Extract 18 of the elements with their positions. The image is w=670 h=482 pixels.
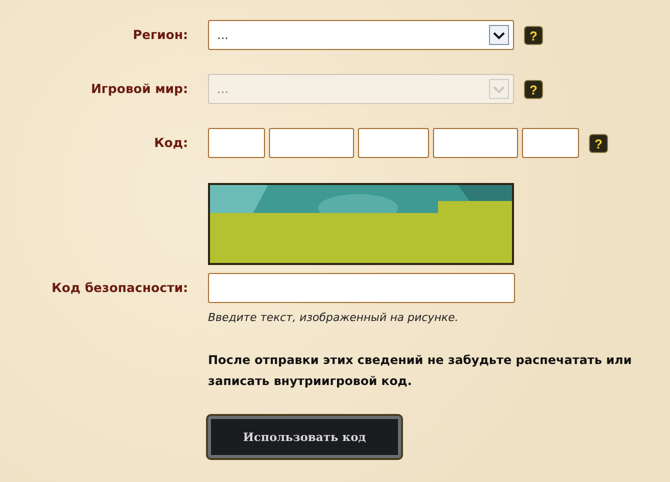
notice-text: После отправки этих сведений не забудьте распечатать или записать внутриигровой код.	[208, 352, 633, 390]
code-input[interactable]	[269, 128, 354, 158]
field-label: Код безопасности:	[50, 279, 188, 297]
help-icon[interactable]: ?	[589, 134, 608, 152]
code-input[interactable]	[208, 128, 265, 158]
hint-text: Введите текст, изображенный на рисунке.	[208, 311, 458, 324]
chevron-down-icon	[489, 25, 509, 45]
region-select[interactable]: ...	[208, 20, 514, 50]
field-label: Код:	[153, 134, 188, 152]
code-input[interactable]	[522, 128, 579, 158]
field-label: Регион:	[132, 26, 188, 44]
security-code-input[interactable]	[208, 273, 515, 303]
code-input[interactable]	[433, 128, 518, 158]
field-label: Игровой мир:	[90, 80, 188, 98]
use-code-button[interactable]: Использовать код	[208, 416, 401, 458]
help-icon[interactable]: ?	[524, 26, 543, 44]
chevron-down-icon	[489, 79, 509, 99]
code-input[interactable]	[358, 128, 429, 158]
